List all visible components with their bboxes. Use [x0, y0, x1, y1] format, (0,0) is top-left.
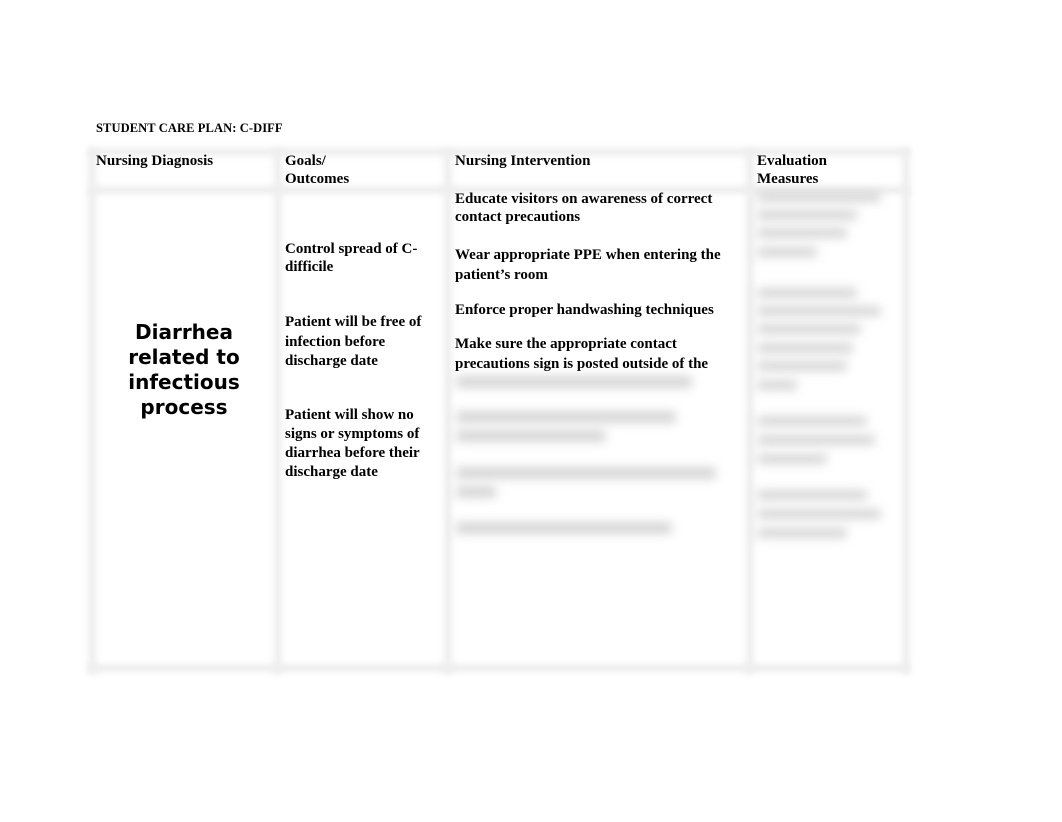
blurred-evaluation-text	[757, 288, 857, 298]
column-divider-1	[274, 148, 282, 674]
header-evaluation-line2: Measures	[757, 171, 819, 187]
blurred-intervention-text	[456, 430, 606, 442]
blurred-evaluation-text	[757, 343, 853, 353]
blurred-evaluation-text	[757, 306, 881, 316]
blurred-intervention-text	[456, 522, 672, 534]
header-evaluation-line1: Evaluation	[757, 153, 828, 169]
intervention-item: Educate visitors on awareness of correct…	[455, 191, 713, 225]
blurred-evaluation-text	[757, 361, 847, 371]
intervention-item: Make sure the appropriate contact precau…	[455, 336, 709, 372]
table-border-left	[88, 148, 96, 674]
column-divider-3	[746, 148, 754, 674]
column-divider-2	[444, 148, 452, 674]
goal-item: Patient will be free of infection before…	[285, 314, 422, 369]
header-goals: Goals/ Outcomes	[285, 152, 349, 188]
intervention-item: Enforce proper handwashing techniques	[455, 302, 714, 318]
header-nursing-intervention: Nursing Intervention	[455, 153, 591, 169]
blurred-evaluation-text	[757, 210, 857, 220]
blurred-evaluation-text	[757, 490, 867, 500]
blurred-evaluation-text	[757, 416, 867, 426]
blurred-evaluation-text	[757, 509, 881, 519]
header-goals-line2: Outcomes	[285, 171, 350, 187]
nursing-diagnosis-text: Diarrhea related to infectious process	[128, 320, 240, 419]
goal-item: Patient will show no signs or symptoms o…	[285, 407, 420, 480]
intervention-item: Wear appropriate PPE when entering the p…	[455, 247, 721, 283]
blurred-evaluation-text	[757, 380, 797, 390]
blurred-evaluation-text	[757, 528, 847, 538]
table-border-right	[902, 148, 910, 674]
document-title: STUDENT CARE PLAN: C-DIFF	[96, 121, 283, 135]
header-evaluation: Evaluation Measures	[757, 152, 827, 188]
blurred-evaluation-text	[757, 228, 847, 238]
blurred-intervention-text	[456, 376, 692, 388]
goal-item: Control spread of C-difficile	[285, 241, 418, 275]
blurred-evaluation-text	[757, 192, 881, 202]
blurred-evaluation-text	[757, 324, 861, 334]
table-border-bottom	[88, 664, 910, 672]
header-goals-line1: Goals/	[285, 153, 326, 169]
blurred-evaluation-text	[757, 247, 817, 257]
blurred-intervention-text	[456, 411, 676, 423]
blurred-intervention-text	[456, 467, 716, 479]
blurred-evaluation-text	[757, 454, 827, 464]
blurred-intervention-text	[456, 486, 496, 498]
header-nursing-diagnosis: Nursing Diagnosis	[96, 153, 214, 169]
blurred-evaluation-text	[757, 435, 875, 445]
